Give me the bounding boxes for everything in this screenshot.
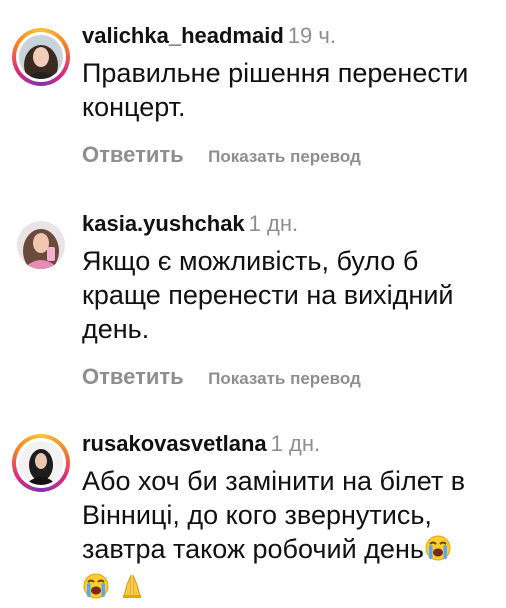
timestamp: 19 ч. — [287, 23, 336, 48]
comment-text: Якщо є можливість, було б краще перенест… — [82, 246, 454, 344]
avatar[interactable] — [12, 28, 70, 86]
comment-meta: rusakovasvetlana 1 дн. — [82, 430, 488, 458]
reply-button[interactable]: Ответить — [82, 142, 184, 167]
comment-meta: kasia.yushchak 1 дн. — [82, 210, 488, 238]
loudly-crying-face-icon — [424, 534, 452, 570]
avatar-photo — [19, 35, 63, 79]
loudly-crying-face-icon — [82, 572, 110, 608]
comment-text-content: Або хоч би замінити на білет в Вінниці, … — [82, 466, 466, 564]
timestamp: 1 дн. — [248, 211, 299, 236]
reply-button[interactable]: Ответить — [82, 364, 184, 389]
avatar[interactable] — [12, 216, 70, 274]
avatar[interactable] — [12, 434, 70, 492]
username-link[interactable]: valichka_headmaid — [82, 23, 284, 48]
timestamp: 1 дн. — [270, 431, 321, 456]
username-link[interactable]: rusakovasvetlana — [82, 431, 267, 456]
comment-meta: valichka_headmaid 19 ч. — [82, 22, 488, 50]
folded-hands-icon — [118, 572, 146, 608]
show-translation-button[interactable]: Показать перевод — [208, 369, 361, 388]
show-translation-button[interactable]: Показать перевод — [208, 147, 361, 166]
comment-text: Або хоч би замінити на білет в Вінниці, … — [82, 464, 488, 608]
username-link[interactable]: kasia.yushchak — [82, 211, 245, 236]
comment-text: Правильне рішення перенести концерт. — [82, 58, 469, 122]
avatar-photo — [19, 441, 63, 485]
avatar-photo — [17, 221, 65, 269]
